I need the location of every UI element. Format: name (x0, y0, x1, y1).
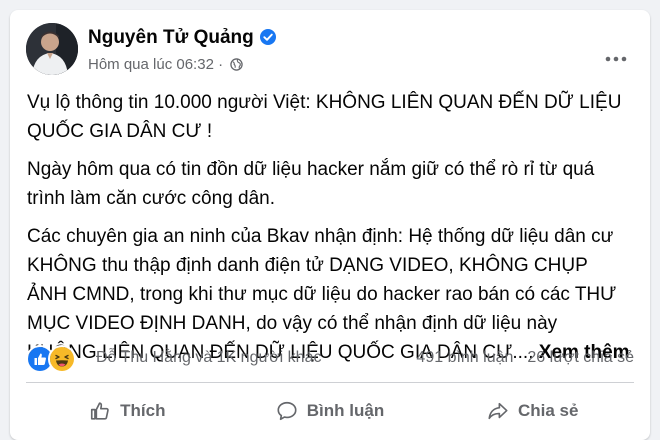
post-header: Nguyên Tử Quảng Hôm qua lúc 06:32 · (26, 23, 634, 77)
engagement-stats: Đỗ Thu Hằng và 1K người khác 491 bình lu… (26, 343, 634, 373)
globe-icon[interactable] (230, 58, 243, 75)
reactors-summary[interactable]: Đỗ Thu Hằng và 1K người khác (96, 349, 321, 367)
reaction-icons[interactable] (26, 345, 76, 373)
share-button-label: Chia sẻ (517, 401, 579, 420)
action-bar: Thích Bình luận Chia sẻ (26, 390, 634, 432)
comment-icon (277, 401, 297, 421)
post-text: Vụ lộ thông tin 10.000 người Việt: KHÔNG… (27, 88, 631, 376)
post-paragraph-rumor: Ngày hôm qua có tin đồn dữ liệu hacker n… (27, 159, 595, 209)
post-card: Nguyên Tử Quảng Hôm qua lúc 06:32 · Vụ l… (10, 10, 650, 440)
thumbs-up-icon (91, 402, 109, 420)
more-options-button[interactable] (598, 43, 634, 73)
share-count[interactable]: 26 lượt chia sẻ (527, 349, 634, 366)
avatar[interactable] (26, 23, 78, 75)
post-timestamp[interactable]: Hôm qua lúc 06:32 (88, 56, 214, 73)
counts: 491 bình luận 26 lượt chia sẻ (416, 349, 634, 367)
like-button[interactable]: Thích (26, 390, 229, 432)
post-meta: Hôm qua lúc 06:32 · (88, 56, 243, 75)
share-icon (488, 402, 508, 420)
like-button-label: Thích (120, 401, 166, 420)
author-name-text[interactable]: Nguyên Tử Quảng (88, 27, 254, 48)
verified-badge-icon (259, 29, 276, 51)
share-button[interactable]: Chia sẻ (431, 390, 634, 432)
more-options-icon (605, 49, 627, 67)
haha-reaction-icon (48, 345, 76, 373)
comment-count[interactable]: 491 bình luận (416, 349, 513, 366)
comment-button-label: Bình luận (306, 401, 385, 420)
comment-button[interactable]: Bình luận (229, 390, 432, 432)
author-name[interactable]: Nguyên Tử Quảng (88, 27, 276, 51)
post-paragraph-headline: Vụ lộ thông tin 10.000 người Việt: KHÔNG… (27, 92, 622, 142)
divider (26, 382, 634, 383)
